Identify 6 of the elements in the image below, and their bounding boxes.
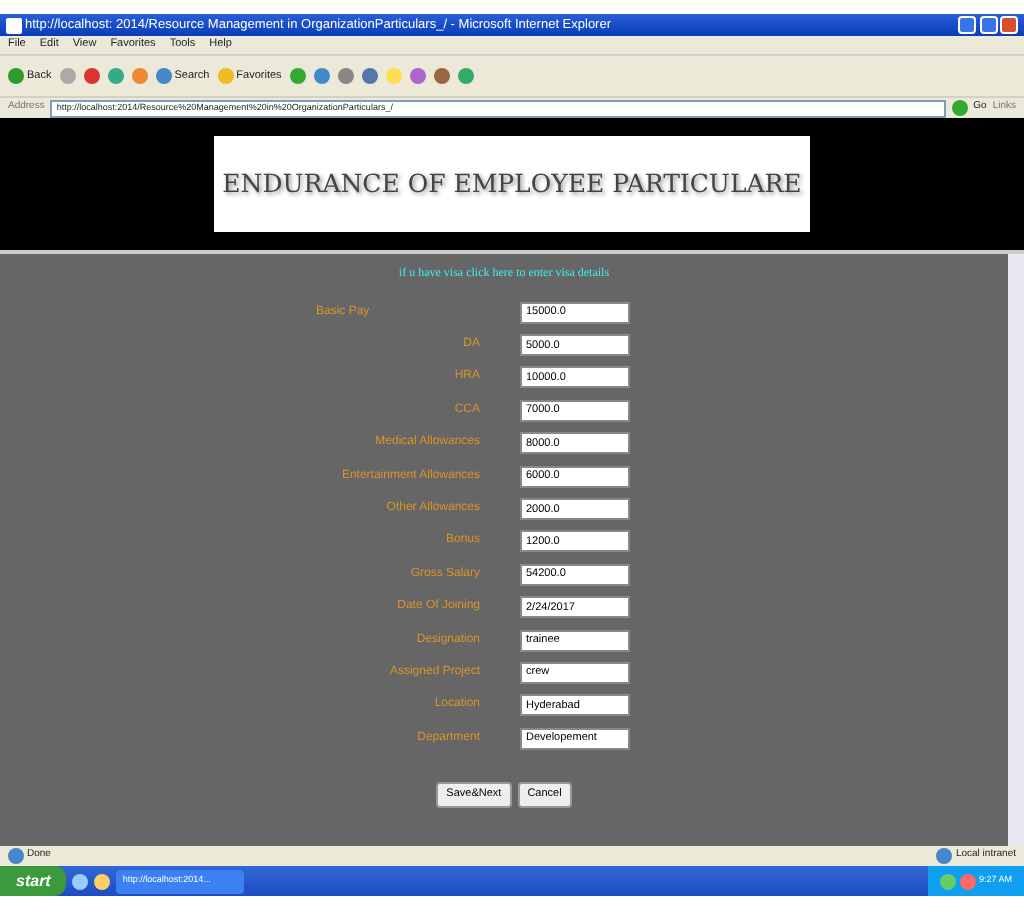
- maximize-button[interactable]: [979, 16, 997, 34]
- banner-title: ENDURANCE OF EMPLOYEE PARTICULARE: [214, 136, 810, 232]
- close-button[interactable]: [1000, 16, 1018, 34]
- scrollbar[interactable]: [1008, 254, 1024, 846]
- start-button[interactable]: start: [0, 866, 67, 896]
- minimize-button[interactable]: [958, 16, 976, 34]
